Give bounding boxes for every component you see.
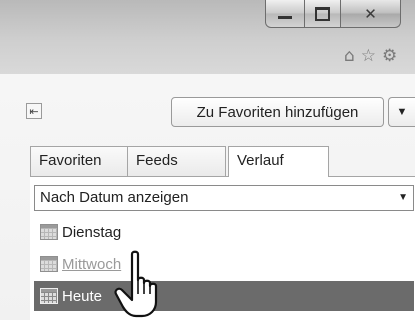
window-controls: ✕ — [265, 0, 415, 32]
tab-favoriten[interactable]: Favoriten — [30, 146, 128, 176]
pin-icon: ⇤ — [29, 104, 39, 118]
chevron-down-icon: ▼ — [396, 106, 408, 118]
maximize-button[interactable] — [305, 0, 341, 28]
history-item-label: Heute — [62, 287, 103, 305]
history-item-label: Dienstag — [62, 223, 122, 241]
calendar-icon — [40, 288, 58, 304]
pin-panel-button[interactable]: ⇤ — [26, 103, 42, 119]
minimize-icon — [278, 16, 292, 19]
add-to-favorites-button[interactable]: Zu Favoriten hinzufügen — [171, 97, 384, 127]
calendar-icon — [40, 256, 58, 272]
history-view-select[interactable]: Nach Datum anzeigen ▼ — [34, 185, 414, 211]
tab-feeds[interactable]: Feeds — [128, 146, 226, 176]
favorites-star-icon[interactable]: ☆ — [361, 46, 376, 66]
history-item-mittwoch[interactable]: Mittwoch — [34, 249, 414, 279]
tools-gear-icon[interactable]: ⚙ — [382, 46, 397, 66]
add-favorites-dropdown-button[interactable]: ▼ — [388, 97, 415, 127]
close-icon: ✕ — [364, 4, 377, 23]
command-icons: ⌂ ☆ ⚙ — [344, 46, 397, 66]
calendar-icon — [40, 224, 58, 240]
history-view-value: Nach Datum anzeigen — [40, 189, 189, 206]
hand-pointer-icon — [114, 250, 158, 318]
history-item-heute[interactable]: Heute — [34, 281, 414, 311]
tab-verlauf[interactable]: Verlauf — [228, 146, 329, 177]
close-button[interactable]: ✕ — [341, 0, 401, 28]
home-icon[interactable]: ⌂ — [344, 46, 355, 66]
chevron-down-icon: ▼ — [398, 192, 408, 203]
history-item-dienstag[interactable]: Dienstag — [34, 217, 414, 247]
maximize-icon — [315, 6, 330, 21]
minimize-button[interactable] — [265, 0, 305, 28]
